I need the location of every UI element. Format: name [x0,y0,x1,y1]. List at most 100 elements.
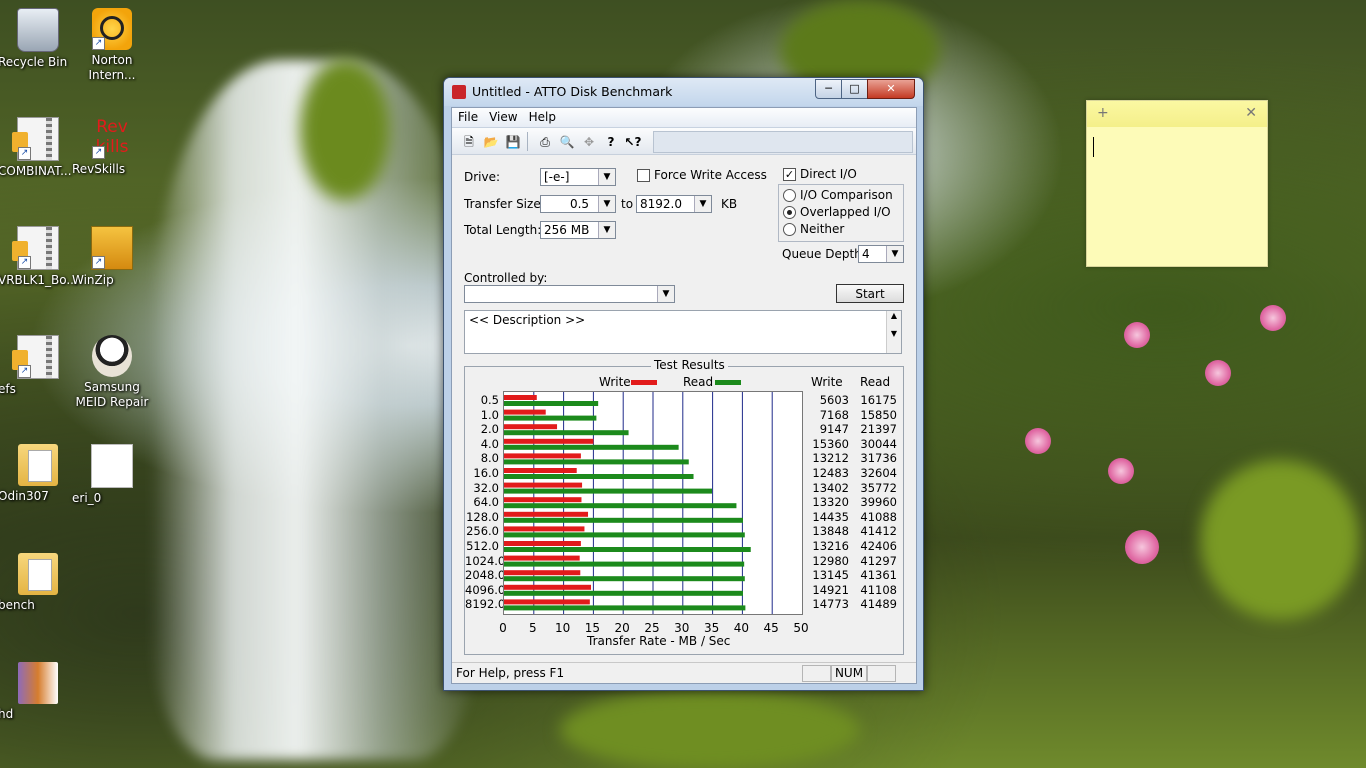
force-write-label: Force Write Access [654,168,767,182]
drive-select[interactable]: [-e-] ▼ [540,168,616,186]
atto-window: Untitled - ATTO Disk Benchmark ─ □ ✕ Fil… [443,77,924,691]
status-bar: For Help, press F1 NUM [452,662,916,683]
menu-file[interactable]: File [452,108,483,124]
read-value: 31736 [860,451,897,466]
read-bar [504,561,745,567]
title-bar[interactable]: Untitled - ATTO Disk Benchmark ─ □ ✕ [444,78,923,106]
chevron-down-icon[interactable]: ▼ [694,196,711,212]
read-value: 39960 [860,495,897,510]
desktop-icon-combinat[interactable]: ↗ COMBINAT... [0,117,78,178]
x-tick-label: 25 [644,621,660,635]
direct-io-checkbox[interactable]: ✓ [783,168,796,181]
read-bar [504,590,743,596]
read-value: 41361 [860,568,897,583]
neither-radio[interactable] [783,223,796,236]
desktop-icon-revskills[interactable]: Rev kills ↗ RevSkills [72,117,152,176]
desktop-icon-eri-0[interactable]: eri_0 [72,444,152,505]
total-length-select[interactable]: 256 MB ▼ [540,221,616,239]
open-icon[interactable]: 📂 [480,132,502,152]
toolbar-filler [653,131,913,153]
read-bar [504,488,713,494]
overlapped-io-radio[interactable] [783,206,796,219]
maximize-button[interactable]: □ [841,79,868,99]
transfer-from-select[interactable]: 0.5 ▼ [540,195,616,213]
write-value: 13402 [812,480,849,495]
read-value: 32604 [860,466,897,480]
x-tick-label: 30 [674,621,690,635]
chevron-down-icon[interactable]: ▼ [657,286,674,302]
desktop-icon-norton-intern[interactable]: ↗ Norton Intern... [72,8,152,82]
status-help-text: For Help, press F1 [456,666,565,680]
print-icon[interactable]: ⎙ [534,132,556,152]
window-title: Untitled - ATTO Disk Benchmark [472,84,673,99]
close-note-icon[interactable]: ✕ [1245,105,1257,121]
read-bar [504,474,694,479]
save-icon[interactable]: 💾 [502,132,524,152]
to-label: to [621,197,634,211]
menu-view[interactable]: View [483,108,522,124]
write-legend-label: Write [599,375,631,389]
sticky-note-text[interactable] [1095,135,1259,258]
desktop-icon-winzip[interactable]: ↗ WinZip [72,226,152,287]
client-area: File View Help 🗎 📂 💾 ⎙ 🔍 ✥ ? ↖? Drive: [-e… [451,107,917,684]
context-help-icon[interactable]: ↖? [622,132,644,152]
folder-icon [18,444,58,486]
start-button[interactable]: Start [836,284,904,303]
y-tick-label: 4096.0 [465,582,506,597]
desktop-icon-label: RevSkills [72,162,126,176]
flower-wallpaper [1260,305,1286,331]
y-tick-label: 0.5 [480,393,499,407]
y-tick-label: 1.0 [480,407,499,422]
desktop-icon-hd[interactable]: hd [0,662,78,721]
desktop-icon-samsung-meid-repair[interactable]: Samsung MEID Repair [72,335,152,409]
num-indicator: NUM [831,665,867,682]
y-tick-label: 4.0 [480,436,499,451]
sticky-note[interactable]: + ✕ [1086,100,1268,267]
y-tick-label: 256.0 [466,524,499,539]
x-tick-label: 45 [763,621,779,635]
menu-help[interactable]: Help [523,108,561,124]
new-icon[interactable]: 🗎 [458,132,480,152]
desktop-icon-label: bench [0,598,35,612]
read-value: 41489 [860,597,897,612]
write-bar [504,482,583,488]
desktop-icon-vrblk1-bo[interactable]: ↗ VRBLK1_Bo... [0,226,78,287]
description-scrollbar[interactable]: ▲ ▼ [886,311,901,353]
folder-icon [18,553,58,595]
read-value: 41088 [860,509,897,524]
transfer-to-select[interactable]: 8192.0 ▼ [636,195,712,213]
description-textarea[interactable]: << Description >> ▲ ▼ [464,310,902,354]
shortcut-arrow-icon: ↗ [92,256,105,269]
read-legend-swatch [715,380,741,385]
shortcut-arrow-icon: ↗ [92,37,105,50]
chevron-down-icon[interactable]: ▼ [598,196,615,212]
desktop-icon-odin307[interactable]: Odin307 [0,444,78,503]
controlled-by-select[interactable]: ▼ [464,285,675,303]
panda-icon [92,335,132,377]
desktop-icon-efs[interactable]: ↗ efs [0,335,78,396]
y-tick-label: 8192.0 [465,597,506,612]
print-preview-icon[interactable]: 🔍 [556,132,578,152]
chevron-down-icon[interactable]: ▼ [598,222,615,238]
io-comparison-radio[interactable] [783,189,796,202]
add-note-icon[interactable]: + [1097,105,1109,121]
desktop-icon-bench[interactable]: bench [0,553,78,612]
chevron-down-icon[interactable]: ▼ [886,246,903,262]
close-button[interactable]: ✕ [867,79,915,99]
write-value: 13320 [812,495,849,510]
sticky-note-header[interactable]: + ✕ [1087,101,1267,127]
queue-depth-select[interactable]: 4 ▼ [858,245,904,263]
force-write-checkbox[interactable] [637,169,650,182]
desktop-icon-label: Recycle Bin [0,55,68,69]
chevron-down-icon[interactable]: ▼ [598,169,615,185]
atto-app-icon[interactable] [452,85,466,99]
move-icon[interactable]: ✥ [578,132,600,152]
desktop-icon-label: COMBINAT... [0,164,72,178]
minimize-button[interactable]: ─ [815,79,842,99]
drive-value: [-e-] [544,170,570,184]
read-value: 42406 [860,539,897,553]
desktop-icon-recycle-bin[interactable]: Recycle Bin [0,8,78,69]
desktop-icon-label: Norton Intern... [88,53,136,82]
help-icon[interactable]: ? [600,132,622,152]
write-value: 12980 [812,553,849,568]
